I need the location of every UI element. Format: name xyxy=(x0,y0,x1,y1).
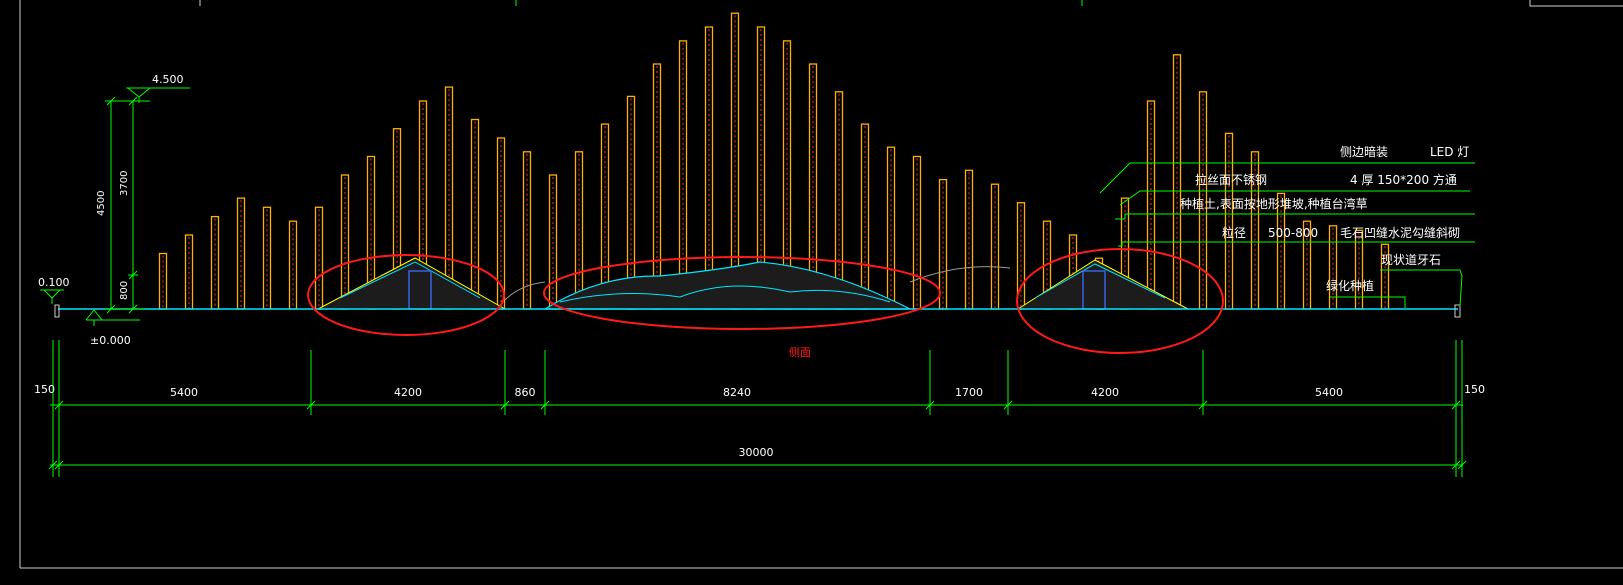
dim-segment-labels: 5400 4200 860 8240 1700 4200 5400 xyxy=(170,386,1343,399)
annotation-1-left: 侧边暗装 xyxy=(1340,144,1388,159)
column-4 xyxy=(236,197,246,310)
mound-center xyxy=(542,261,911,310)
vertical-dim-total: 4500 xyxy=(96,191,107,216)
annotation-4-right: 毛石凹缝水泥勾缝斜砌 xyxy=(1340,225,1460,240)
vertical-dim-upper: 3700 xyxy=(119,171,130,196)
terrain-line-left xyxy=(504,281,546,301)
annotation-2-right: 4 厚 150*200 方通 xyxy=(1350,172,1457,187)
cad-elevation-drawing: 4.500 0.100 ±0.000 4500 3700 800 侧面 150 … xyxy=(19,0,1623,569)
vertical-dim-lower: 800 xyxy=(119,281,130,300)
column-31 xyxy=(938,178,948,310)
annotation-2-left: 拉丝面不锈钢 xyxy=(1195,172,1267,187)
column-5 xyxy=(262,206,272,310)
column-7 xyxy=(314,206,324,310)
dim-segment-6: 4200 xyxy=(1091,386,1119,399)
dim-end-left: 150 xyxy=(34,383,55,396)
annotation-4-mid: 500-800 xyxy=(1268,226,1318,240)
dim-segment-2: 4200 xyxy=(394,386,422,399)
annotation-3-left: 种植土,表面按地形堆坡,种植台湾草 xyxy=(1180,196,1368,211)
viewport-markers xyxy=(515,0,1083,6)
dim-segment-3: 860 xyxy=(515,386,536,399)
annotation-5-left: 现状道牙石 xyxy=(1381,253,1441,267)
elevation-left-step-label: 0.100 xyxy=(38,276,70,289)
dim-total: 30000 xyxy=(739,446,774,459)
dim-segment-5: 1700 xyxy=(955,386,983,399)
dim-segment-1: 5400 xyxy=(170,386,198,399)
dim-end-right: 150 xyxy=(1464,383,1485,396)
dim-segment-7: 5400 xyxy=(1315,386,1343,399)
annotation-texts: 侧边暗装 LED 灯 拉丝面不锈钢 4 厚 150*200 方通 种植土,表面按… xyxy=(1180,144,1469,293)
dim-segment-4: 8240 xyxy=(723,386,751,399)
elevation-ground-label: ±0.000 xyxy=(90,334,131,347)
annotation-1-right: LED 灯 xyxy=(1430,145,1469,159)
elevation-markers xyxy=(40,87,190,326)
elevation-top-label: 4.500 xyxy=(152,73,184,86)
annotation-6-left: 绿化种植 xyxy=(1326,278,1374,293)
vertical-dimension-chain xyxy=(105,96,150,314)
annotation-4-left: 粒径 xyxy=(1222,225,1246,240)
drawing-title: 侧面 xyxy=(789,346,811,359)
mound-left xyxy=(317,257,507,310)
